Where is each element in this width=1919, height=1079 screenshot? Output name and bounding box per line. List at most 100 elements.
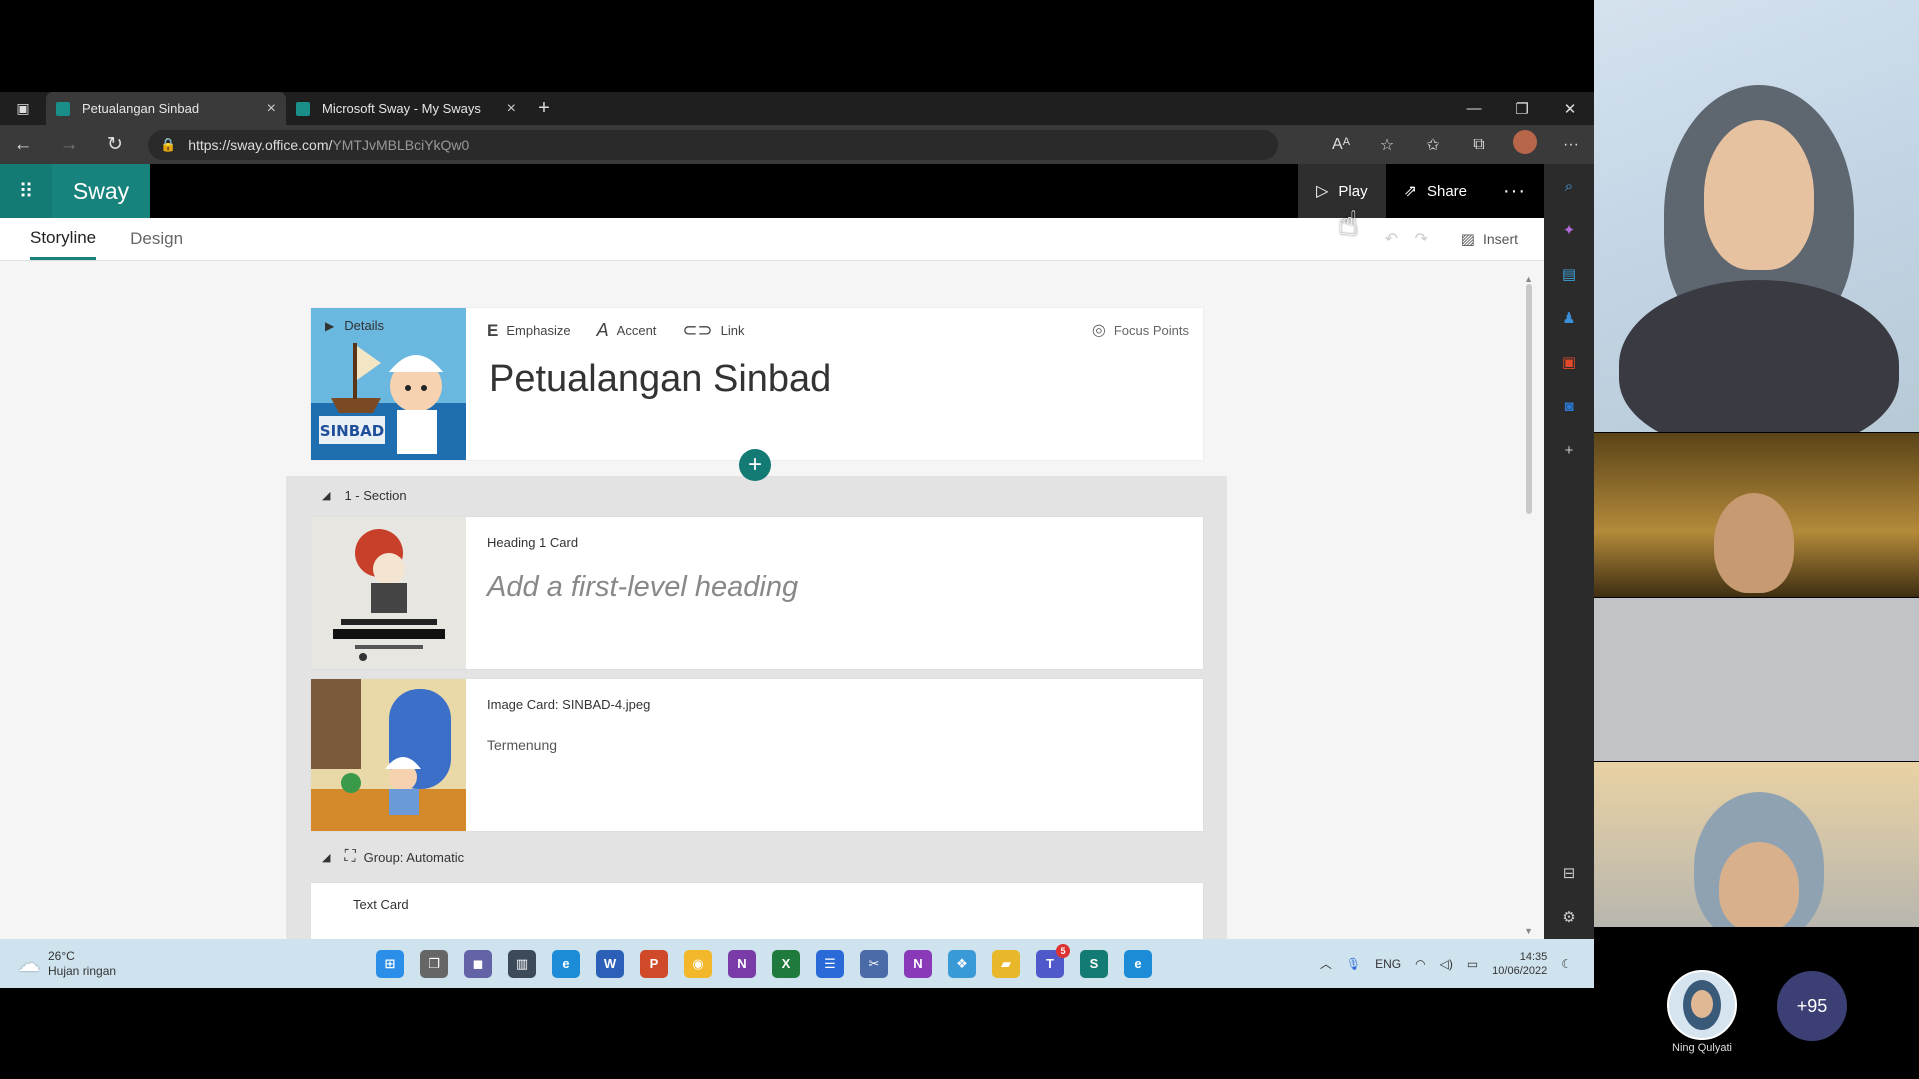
battery-icon[interactable]: ▭ xyxy=(1467,957,1478,971)
people-icon[interactable]: ♟ xyxy=(1544,296,1594,340)
task-view-icon[interactable]: ❐ xyxy=(420,949,448,978)
weather-widget[interactable]: ☁ 26°C Hujan ringan xyxy=(18,949,368,979)
add-card-button[interactable]: + xyxy=(739,449,771,481)
new-tab-button[interactable]: + xyxy=(526,92,562,125)
tab-design[interactable]: Design xyxy=(130,218,183,260)
collapse-triangle-icon[interactable]: ◢ xyxy=(322,489,330,502)
tab-storyline[interactable]: Storyline xyxy=(30,218,97,260)
group-header[interactable]: ◢ ⛶ Group: Automatic xyxy=(286,838,1227,876)
collections-icon[interactable]: ⧉ xyxy=(1456,136,1502,154)
language-indicator[interactable]: ENG xyxy=(1375,957,1401,971)
system-tray: ︿ 🎙 ENG ◠ ◁) ▭ 14:35 10/06/2022 ☾ xyxy=(1306,950,1572,978)
details-toggle[interactable]: ▶ Details xyxy=(325,318,384,333)
participant-face xyxy=(1719,842,1799,927)
text-card[interactable]: Text Card xyxy=(311,883,1203,939)
powerpoint-icon[interactable]: P xyxy=(640,949,668,978)
image-caption[interactable]: Termenung xyxy=(487,737,557,753)
more-participants-button[interactable]: +95 xyxy=(1777,971,1847,1041)
notepad-icon[interactable]: ☰ xyxy=(816,949,844,978)
office-icon[interactable]: ▣ xyxy=(1544,340,1594,384)
chrome-icon[interactable]: ◉ xyxy=(684,949,712,978)
discover-icon[interactable]: ✦ xyxy=(1544,208,1594,252)
windows-taskbar: ☁ 26°C Hujan ringan ⊞ ❐ ◼ ▥ e W P ◉ N X … xyxy=(0,939,1594,988)
undo-icon[interactable]: ↶ xyxy=(1385,229,1398,249)
favorites-icon[interactable]: ✩ xyxy=(1410,135,1456,155)
image-card[interactable]: Image Card: SINBAD-4.jpeg Termenung xyxy=(311,679,1203,831)
back-icon[interactable]: ← xyxy=(0,134,46,156)
cloud-rain-icon: ☁ xyxy=(18,950,40,976)
scroll-down-icon[interactable]: ▼ xyxy=(1524,926,1533,936)
onenote-2-icon[interactable]: N xyxy=(904,949,932,978)
image-card-image[interactable] xyxy=(311,679,466,831)
close-window-icon[interactable]: ✕ xyxy=(1546,92,1594,125)
forward-icon[interactable]: → xyxy=(46,134,92,156)
close-tab-icon[interactable]: × xyxy=(507,100,516,118)
section-header[interactable]: ◢ 1 - Section xyxy=(322,476,407,514)
onenote-icon[interactable]: N xyxy=(728,949,756,978)
sidebar-settings-icon[interactable]: ⚙ xyxy=(1544,895,1594,939)
participant-video-tile[interactable] xyxy=(1594,762,1919,927)
participant-video-tile[interactable] xyxy=(1594,598,1919,761)
notification-icon[interactable]: ☾ xyxy=(1561,957,1572,971)
app-launcher-icon[interactable]: ⠿ xyxy=(0,164,52,218)
tab-petualangan-sinbad[interactable]: Petualangan Sinbad × xyxy=(46,92,286,125)
add-sidebar-app-icon[interactable]: + xyxy=(1544,428,1594,472)
more-options-button[interactable]: ··· xyxy=(1485,164,1544,218)
participant-avatar[interactable] xyxy=(1667,970,1737,1040)
edge-2-icon[interactable]: e xyxy=(1124,949,1152,978)
excel-icon[interactable]: X xyxy=(772,949,800,978)
insert-button[interactable]: ▨ Insert xyxy=(1461,218,1518,260)
participant-video-tile[interactable] xyxy=(1594,433,1919,597)
collapse-triangle-icon[interactable]: ◢ xyxy=(322,851,330,864)
restore-icon[interactable]: ❐ xyxy=(1498,92,1546,125)
cast-icon[interactable]: ▥ xyxy=(508,949,536,978)
browser-tab-strip: ▣ Petualangan Sinbad × Microsoft Sway - … xyxy=(0,92,1594,125)
scroll-up-icon[interactable]: ▲ xyxy=(1524,274,1533,284)
minimize-icon[interactable]: — xyxy=(1450,92,1498,125)
read-aloud-icon[interactable]: Aᴬ xyxy=(1318,136,1364,154)
start-icon[interactable]: ⊞ xyxy=(376,949,404,978)
heading-card[interactable]: Heading 1 Card Add a first-level heading xyxy=(311,517,1203,669)
browser-menu-icon[interactable]: ··· xyxy=(1548,136,1594,154)
redo-icon[interactable]: ↷ xyxy=(1415,229,1428,249)
title-card[interactable]: SINBAD ▶ Details E Emphasize A Accent ⊂⊃ Li… xyxy=(311,308,1203,460)
url-input[interactable]: 🔒 https://sway.office.com/YMTJvMBLBciYkQ… xyxy=(148,129,1278,160)
shopping-icon[interactable]: ▤ xyxy=(1544,252,1594,296)
wifi-icon[interactable]: ◠ xyxy=(1415,957,1425,971)
file-explorer-icon[interactable]: ▰ xyxy=(992,949,1020,978)
share-icon: ⇗ xyxy=(1403,183,1417,200)
chevron-up-icon[interactable]: ︿ xyxy=(1320,955,1332,972)
lock-icon: 🔒 xyxy=(160,136,177,152)
link-button[interactable]: ⊂⊃ Link xyxy=(682,320,744,341)
participant-video-tile[interactable] xyxy=(1594,0,1919,432)
scrollbar-thumb[interactable] xyxy=(1526,284,1532,514)
hide-sidebar-icon[interactable]: ⊟ xyxy=(1544,851,1594,895)
snipping-tool-icon[interactable]: ✂ xyxy=(860,949,888,978)
accent-button[interactable]: A Accent xyxy=(597,320,657,341)
profile-avatar[interactable] xyxy=(1502,130,1548,159)
emphasize-button[interactable]: E Emphasize xyxy=(487,321,571,341)
sway-title-text[interactable]: Petualangan Sinbad xyxy=(489,358,831,401)
tab-my-sways[interactable]: Microsoft Sway - My Sways × xyxy=(286,92,526,125)
teams-chat-icon[interactable]: ◼ xyxy=(464,949,492,978)
outlook-icon[interactable]: ◙ xyxy=(1544,384,1594,428)
participant-face xyxy=(1704,120,1814,270)
teams-icon[interactable]: T5 xyxy=(1036,943,1070,978)
sway-taskbar-icon[interactable]: S xyxy=(1080,949,1108,978)
add-favorite-icon[interactable]: ☆ xyxy=(1364,135,1410,155)
microphone-icon[interactable]: 🎙 xyxy=(1346,957,1361,971)
tab-actions-icon[interactable]: ▣ xyxy=(0,92,46,125)
close-tab-icon[interactable]: × xyxy=(267,100,276,118)
heading-input[interactable]: Add a first-level heading xyxy=(487,571,798,604)
photos-icon[interactable]: ❖ xyxy=(948,949,976,978)
clock[interactable]: 14:35 10/06/2022 xyxy=(1492,950,1547,978)
search-icon[interactable]: ⌕ xyxy=(1544,164,1594,208)
sway-app-name[interactable]: Sway xyxy=(52,164,150,218)
word-icon[interactable]: W xyxy=(596,949,624,978)
share-button[interactable]: ⇗ Share xyxy=(1386,164,1485,218)
volume-icon[interactable]: ◁) xyxy=(1440,957,1453,971)
heading-card-image[interactable] xyxy=(311,517,466,669)
refresh-icon[interactable]: ↻ xyxy=(92,133,138,156)
edge-icon[interactable]: e xyxy=(552,949,580,978)
focus-points-button[interactable]: ◎ Focus Points xyxy=(1092,320,1189,340)
